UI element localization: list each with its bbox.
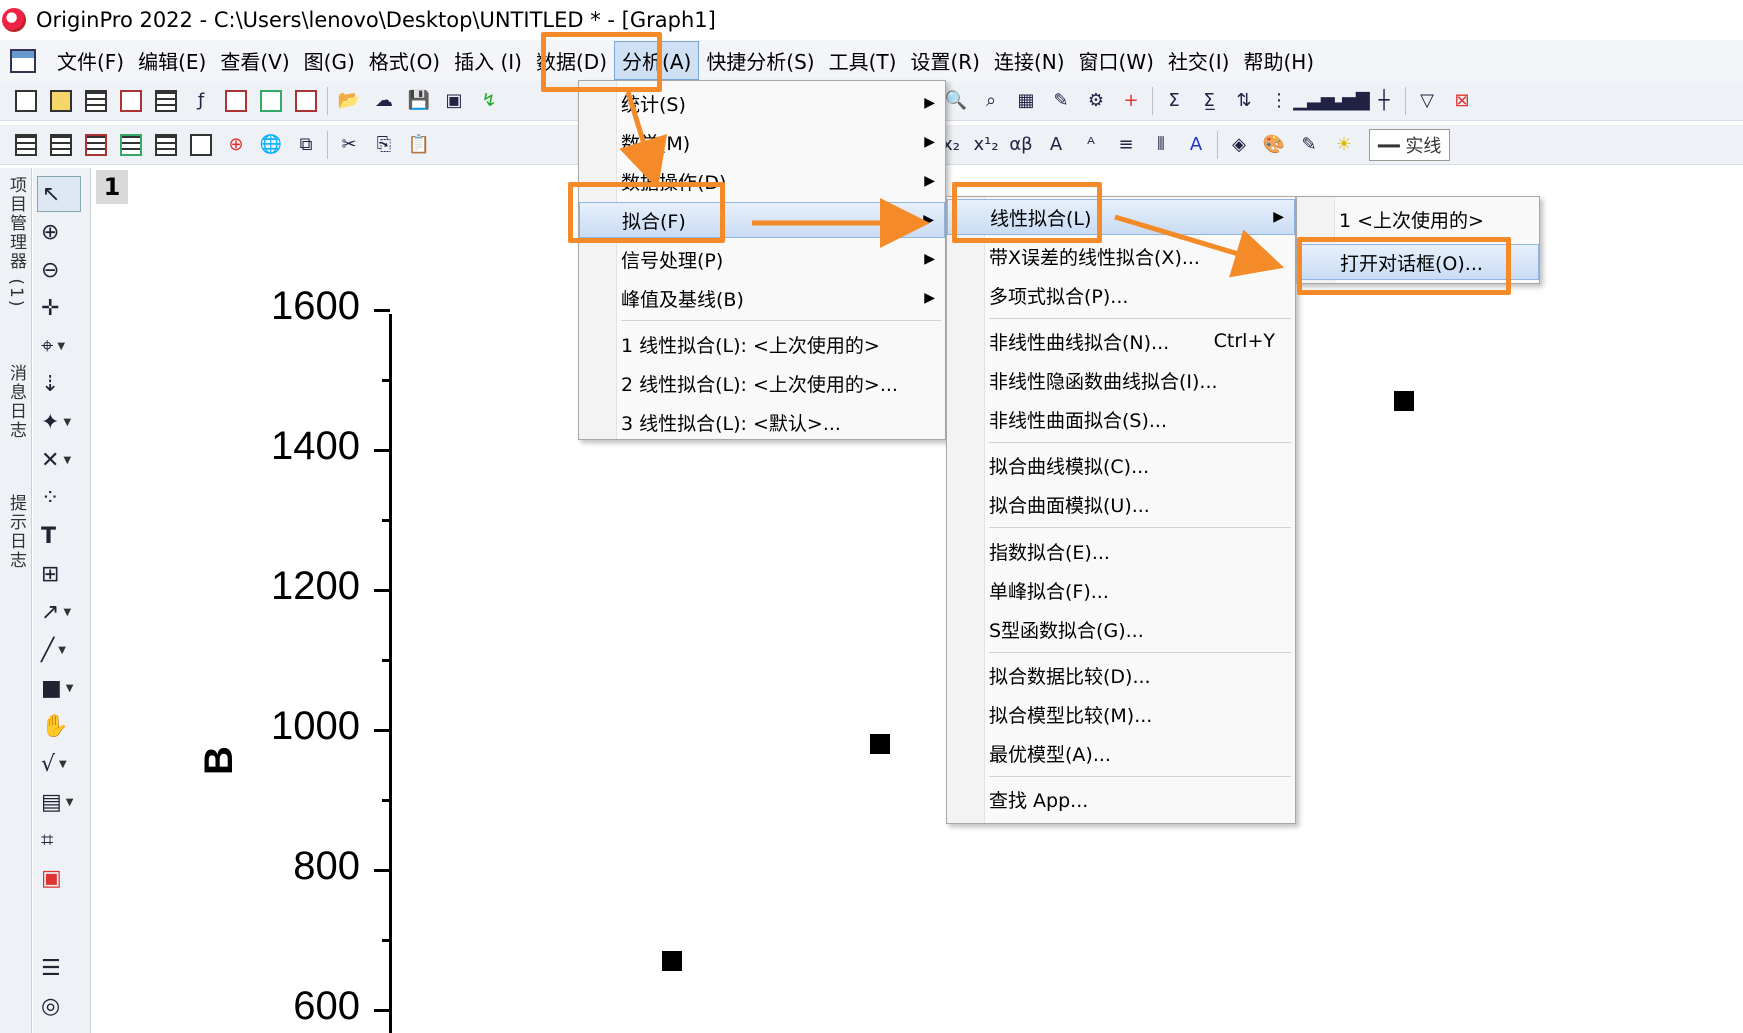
- tutorial-arrows: [619, 91, 1285, 278]
- arrow-to-open-dialog: [1114, 214, 1285, 278]
- arrow-to-fitting: [619, 91, 668, 190]
- originpro-window: { "window": {"title": "OriginPro 2022 - …: [0, 0, 1743, 1033]
